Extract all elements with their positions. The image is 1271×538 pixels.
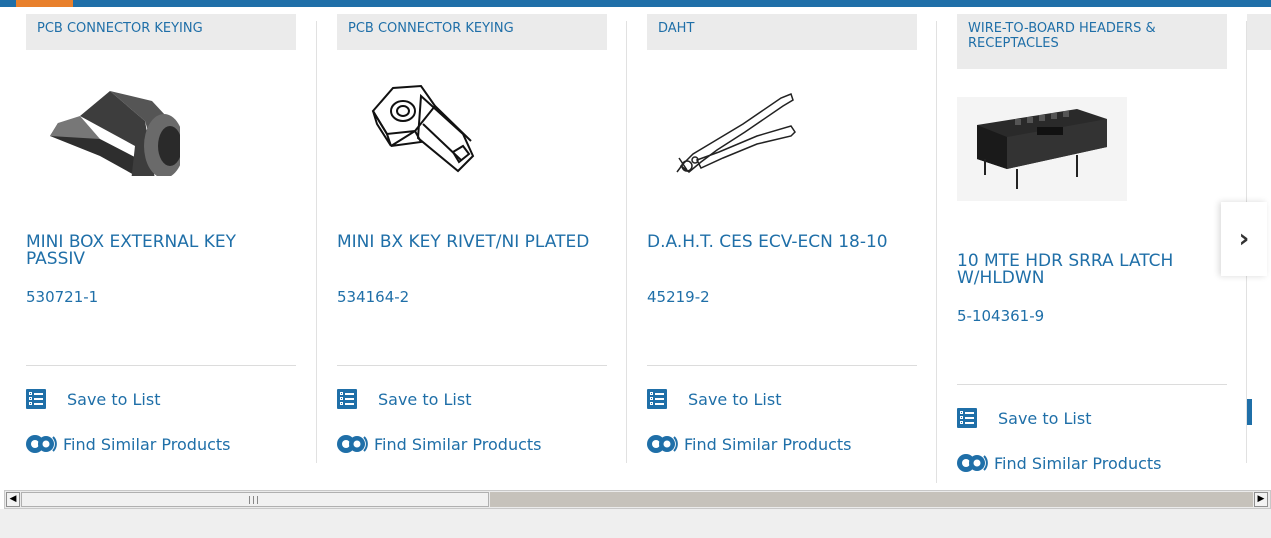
scroll-left-button[interactable]: ◀ [6,492,20,507]
scroll-right-button[interactable]: ▶ [1254,492,1268,507]
grip-icon [249,496,258,504]
product-category[interactable]: WIRE-TO-BOARD HEADERS & RECEPTACLES [957,14,1227,69]
find-similar-label: Find Similar Products [994,453,1162,473]
partial-card-category [1247,14,1271,50]
find-similar-label: Find Similar Products [374,434,542,454]
save-to-list-label: Save to List [998,408,1092,428]
save-to-list-label: Save to List [688,389,782,409]
product-image[interactable] [40,61,180,176]
product-category[interactable]: DAHT [647,14,917,50]
column-divider [936,21,937,483]
product-image[interactable] [957,97,1127,201]
checklist-icon [957,408,977,428]
find-similar-button[interactable]: Find Similar Products [24,433,231,455]
partial-save-icon [1247,399,1252,425]
find-similar-button[interactable]: Find Similar Products [645,433,852,455]
product-category[interactable]: PCB CONNECTOR KEYING [26,14,296,50]
product-title[interactable]: D.A.H.T. CES ECV-ECN 18-10 [647,234,912,251]
find-similar-label: Find Similar Products [63,434,231,454]
card-divider [957,384,1227,385]
checklist-icon [26,389,46,409]
find-similar-button[interactable]: Find Similar Products [955,452,1162,474]
part-number[interactable]: 534164-2 [337,288,409,306]
checklist-icon [337,389,357,409]
card-divider [647,365,917,366]
save-to-list-label: Save to List [378,389,472,409]
gears-icon [337,435,368,453]
card-divider [337,365,607,366]
gears-icon [26,435,57,453]
product-category[interactable]: PCB CONNECTOR KEYING [337,14,607,50]
save-to-list-button[interactable]: Save to List [337,389,471,409]
page-footer-area [0,509,1271,538]
part-number[interactable]: 45219-2 [647,288,710,306]
arrow-left-icon: ◀ [9,494,17,504]
save-to-list-button[interactable]: Save to List [957,408,1091,428]
carousel-next-button[interactable]: › [1221,202,1267,276]
product-image[interactable] [673,74,803,184]
chevron-right-icon: › [1238,224,1250,254]
arrow-right-icon: ▶ [1257,494,1265,504]
product-title[interactable]: 10 MTE HDR SRRA LATCH W/HLDWN [957,253,1222,287]
column-divider [626,21,627,463]
product-title[interactable]: MINI BX KEY RIVET/NI PLATED [337,234,602,251]
top-accent-bar [16,0,73,7]
product-image[interactable] [363,76,483,181]
save-to-list-label: Save to List [67,389,161,409]
column-divider [316,21,317,463]
save-to-list-button[interactable]: Save to List [647,389,781,409]
product-carousel: PCB CONNECTOR KEYING MINI BOX EXTERNAL K… [0,7,1271,490]
scrollbar-thumb[interactable] [21,492,489,507]
product-title[interactable]: MINI BOX EXTERNAL KEY PASSIV [26,234,291,268]
top-brand-bar [0,0,1271,7]
checklist-icon [647,389,667,409]
card-divider [26,365,296,366]
save-to-list-button[interactable]: Save to List [26,389,160,409]
find-similar-button[interactable]: Find Similar Products [335,433,542,455]
gears-icon [647,435,678,453]
find-similar-label: Find Similar Products [684,434,852,454]
scrollbar-track[interactable] [490,492,1253,507]
part-number[interactable]: 5-104361-9 [957,307,1044,325]
gears-icon [957,454,988,472]
part-number[interactable]: 530721-1 [26,288,98,306]
horizontal-scrollbar[interactable]: ◀ ▶ [4,490,1271,509]
